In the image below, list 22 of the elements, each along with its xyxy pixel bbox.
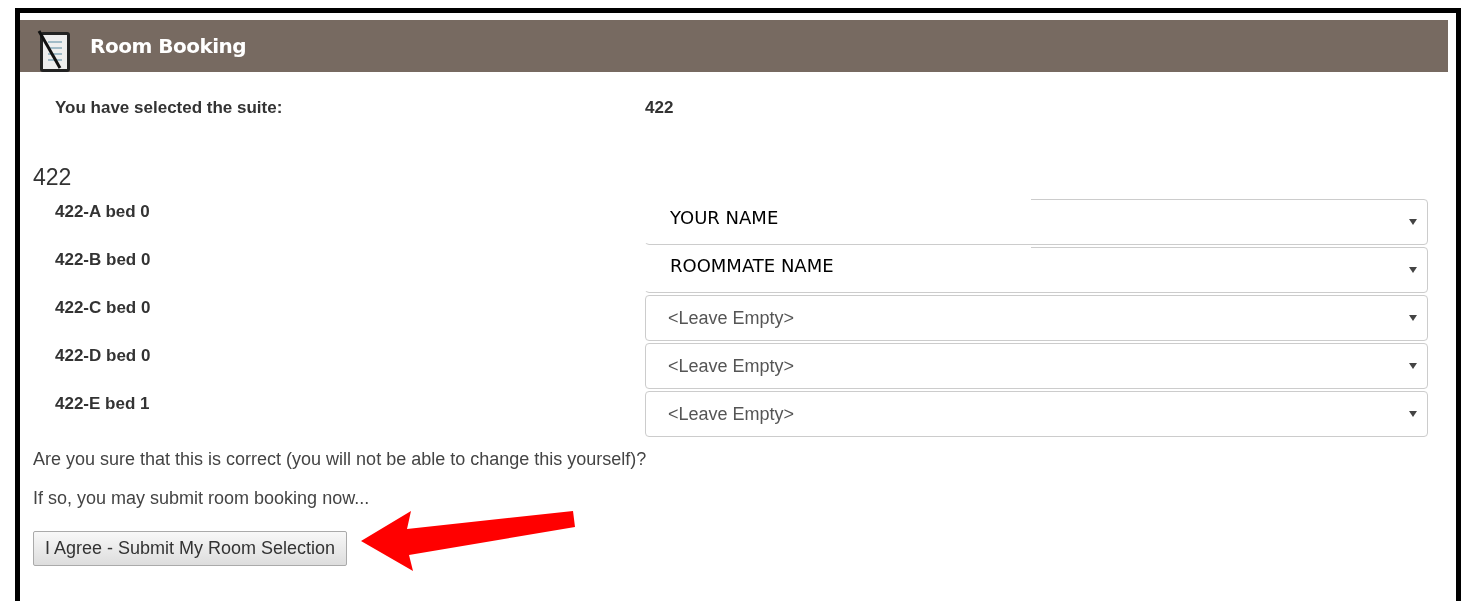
confirm-note: If so, you may submit room booking now... (33, 488, 371, 509)
bed-label: 422-D bed 0 (54, 346, 152, 366)
caret-icon (1409, 219, 1417, 225)
suite-label: You have selected the suite: (55, 98, 284, 119)
suite-heading: 422 (33, 164, 73, 191)
submit-button[interactable]: I Agree - Submit My Room Selection (33, 530, 348, 566)
bed-label: 422-E bed 1 (54, 394, 151, 414)
bed-dropdown[interactable]: <Leave Empty> (645, 343, 1428, 389)
confirm-question: Are you sure that this is correct (you will not be able to change this yourself)? (33, 449, 648, 470)
bed-label: 422-A bed 0 (54, 202, 151, 222)
bed-label: 422-C bed 0 (54, 298, 152, 318)
caret-icon (1409, 267, 1417, 273)
panel-title: Room Booking (90, 34, 247, 58)
bed-label: 422-B bed 0 (54, 250, 152, 270)
overlay-text: YOUR NAME (670, 207, 779, 228)
caret-icon (1409, 315, 1417, 321)
overlay-text: ROOMMATE NAME (670, 255, 834, 276)
bed-dropdown[interactable]: <Leave Empty> (645, 391, 1428, 437)
bed-dropdown[interactable]: <Leave Empty> (645, 295, 1428, 341)
suite-value: 422 (645, 98, 674, 119)
caret-icon (1409, 411, 1417, 417)
caret-icon (1409, 363, 1417, 369)
